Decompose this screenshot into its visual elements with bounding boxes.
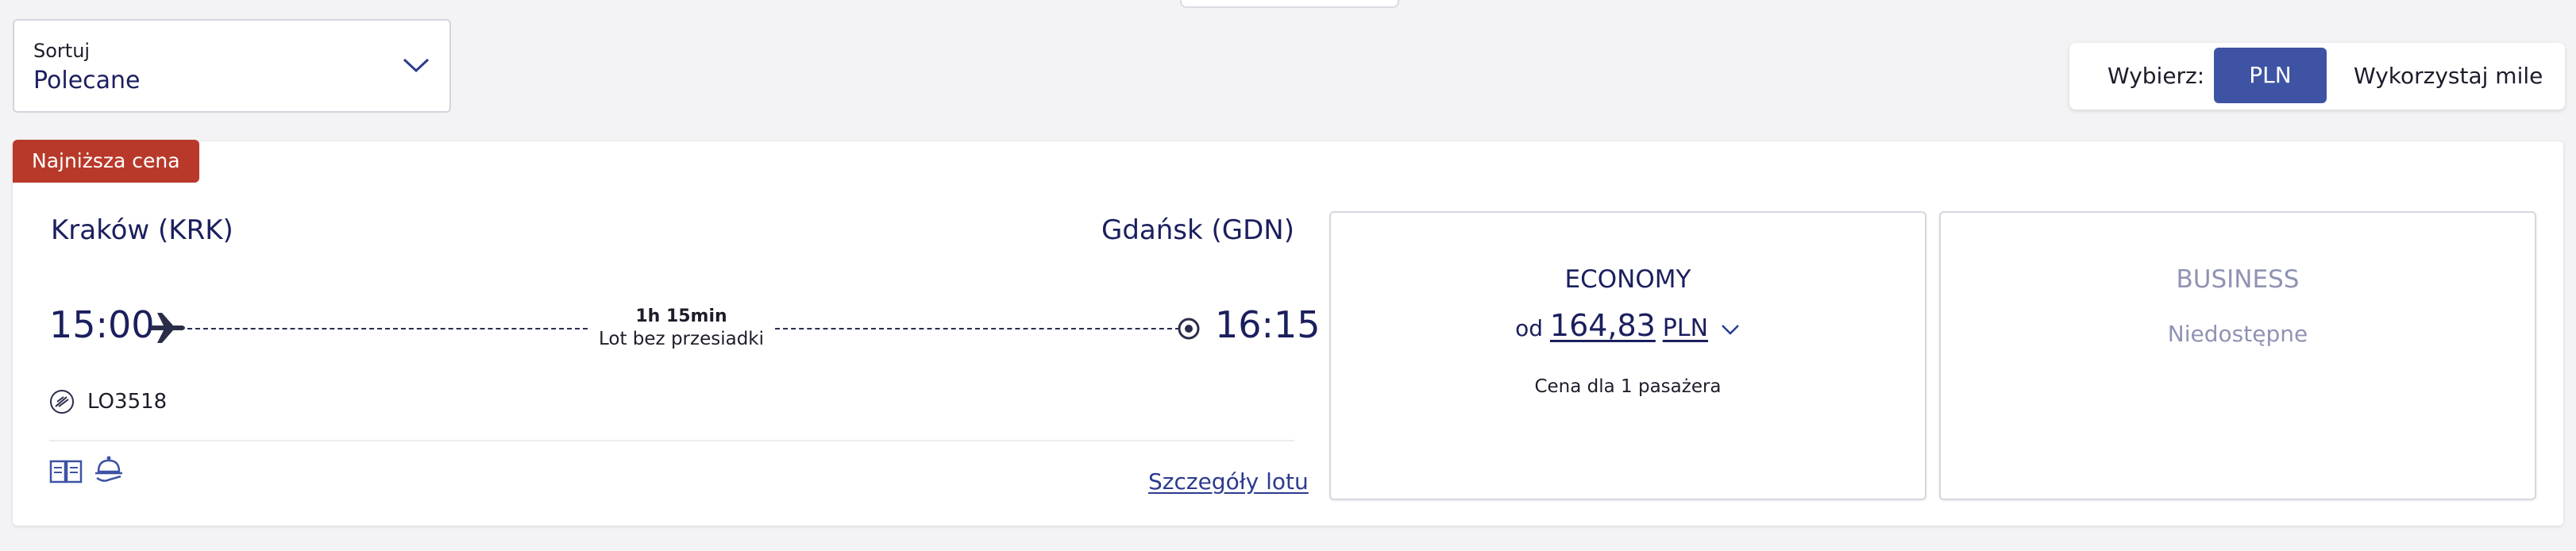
departure-time: 15:00 xyxy=(49,303,155,346)
book-icon[interactable] xyxy=(49,459,83,484)
sort-dropdown[interactable]: Sortuj Polecane xyxy=(13,19,451,113)
price-currency[interactable]: PLN xyxy=(1663,314,1708,342)
route-line-right xyxy=(775,328,1180,329)
meal-icon[interactable] xyxy=(92,453,125,487)
route-line-left xyxy=(187,328,588,329)
business-title: BUSINESS xyxy=(2176,265,2300,294)
lowest-price-badge: Najniższa cena xyxy=(13,140,199,183)
price-note: Cena dla 1 pasażera xyxy=(1534,376,1722,397)
flight-number: LO3518 xyxy=(87,390,168,414)
flight-details-link[interactable]: Szczegóły lotu xyxy=(1148,468,1309,495)
use-miles-button[interactable]: Wykorzystaj mile xyxy=(2354,63,2543,89)
price-amount[interactable]: 164,83 xyxy=(1550,308,1656,343)
airline-logo-icon xyxy=(50,390,74,414)
sort-label: Sortuj xyxy=(33,40,91,62)
card-divider xyxy=(49,440,1294,441)
price-prefix: od xyxy=(1515,315,1543,341)
economy-title: ECONOMY xyxy=(1564,265,1691,294)
currency-selector: Wybierz: PLN Wykorzystaj mile xyxy=(2069,43,2565,110)
plane-icon xyxy=(151,313,185,343)
arrival-time: 16:15 xyxy=(1215,303,1321,346)
top-tab[interactable] xyxy=(1180,0,1399,8)
business-status: Niedostępne xyxy=(2167,321,2308,347)
flight-stops: Lot bez przesiadki xyxy=(599,329,764,349)
chevron-down-icon xyxy=(403,58,430,73)
sort-value: Polecane xyxy=(33,67,141,94)
pln-button[interactable]: PLN xyxy=(2214,48,2327,103)
destination-airport: Gdańsk (GDN) xyxy=(1101,214,1294,246)
flight-duration: 1h 15min xyxy=(635,306,727,326)
business-fare-card: BUSINESS Niedostępne xyxy=(1939,211,2536,500)
economy-price[interactable]: od 164,83 PLN xyxy=(1331,308,1925,343)
chevron-down-icon[interactable] xyxy=(1720,322,1741,337)
economy-fare-card[interactable]: ECONOMY od 164,83 PLN Cena dla 1 pasażer… xyxy=(1329,211,1926,500)
currency-label: Wybierz: xyxy=(2107,63,2205,89)
origin-airport: Kraków (KRK) xyxy=(51,214,233,246)
destination-icon xyxy=(1178,318,1200,340)
